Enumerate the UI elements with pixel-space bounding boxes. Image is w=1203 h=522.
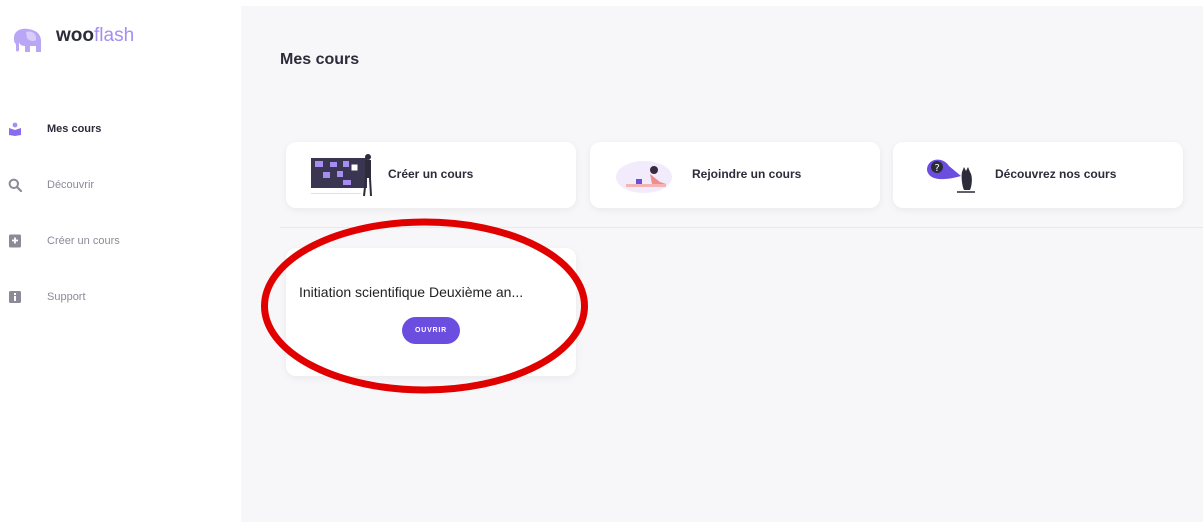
- sidebar-item-label: Mes cours: [47, 123, 102, 135]
- join-course-card[interactable]: Rejoindre un cours: [590, 142, 880, 208]
- main-content: Mes cours Créer un cours Rejoindre un co…: [241, 6, 1203, 522]
- search-icon: [8, 178, 22, 192]
- card-label: Créer un cours: [388, 167, 474, 181]
- sidebar-item-support[interactable]: Support: [8, 285, 86, 309]
- info-icon: [8, 290, 22, 304]
- sidebar-item-label: Découvrir: [47, 179, 95, 191]
- course-card[interactable]: Initiation scientifique Deuxième an... O…: [286, 248, 576, 376]
- presentation-board-illustration: [311, 154, 372, 197]
- brand-name-light: flash: [94, 25, 135, 46]
- add-book-icon: [8, 234, 22, 248]
- sidebar-item-creer-un-cours[interactable]: Créer un cours: [8, 229, 120, 253]
- create-course-card[interactable]: Créer un cours: [286, 142, 576, 208]
- open-course-button[interactable]: OUVRIR: [402, 317, 460, 344]
- card-label: Rejoindre un cours: [692, 167, 802, 181]
- brand-logo[interactable]: wooflash: [8, 24, 134, 54]
- cat-spotlight-illustration: ?: [927, 159, 975, 193]
- sidebar: wooflash Mes cours Découvrir Créer un co…: [0, 0, 241, 522]
- section-divider: [280, 227, 1203, 228]
- sidebar-item-mes-cours[interactable]: Mes cours: [8, 117, 101, 141]
- brand-name-bold: woo: [56, 25, 94, 46]
- sidebar-item-label: Support: [47, 291, 86, 303]
- svg-text:?: ?: [935, 163, 940, 174]
- elephant-icon: [14, 28, 41, 52]
- page-title: Mes cours: [280, 51, 360, 68]
- sidebar-item-decouvrir[interactable]: Découvrir: [8, 173, 94, 197]
- sidebar-item-label: Créer un cours: [47, 235, 120, 247]
- card-label: Découvrez nos cours: [995, 167, 1117, 181]
- course-title: Initiation scientifique Deuxième an...: [299, 284, 524, 300]
- person-reading-illustration: [616, 161, 672, 193]
- discover-courses-card[interactable]: ? Découvrez nos cours: [893, 142, 1183, 208]
- book-reader-icon: [8, 122, 22, 136]
